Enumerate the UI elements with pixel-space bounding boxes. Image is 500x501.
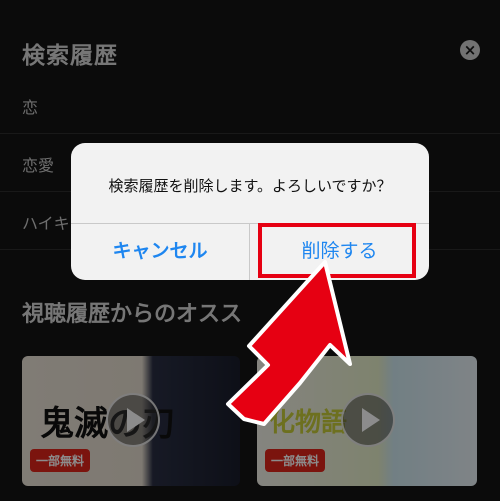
highlight-box xyxy=(258,223,416,278)
dialog-message: 検索履歴を削除します。よろしいですか？ xyxy=(108,177,392,195)
cancel-button[interactable]: キャンセル xyxy=(71,223,249,280)
